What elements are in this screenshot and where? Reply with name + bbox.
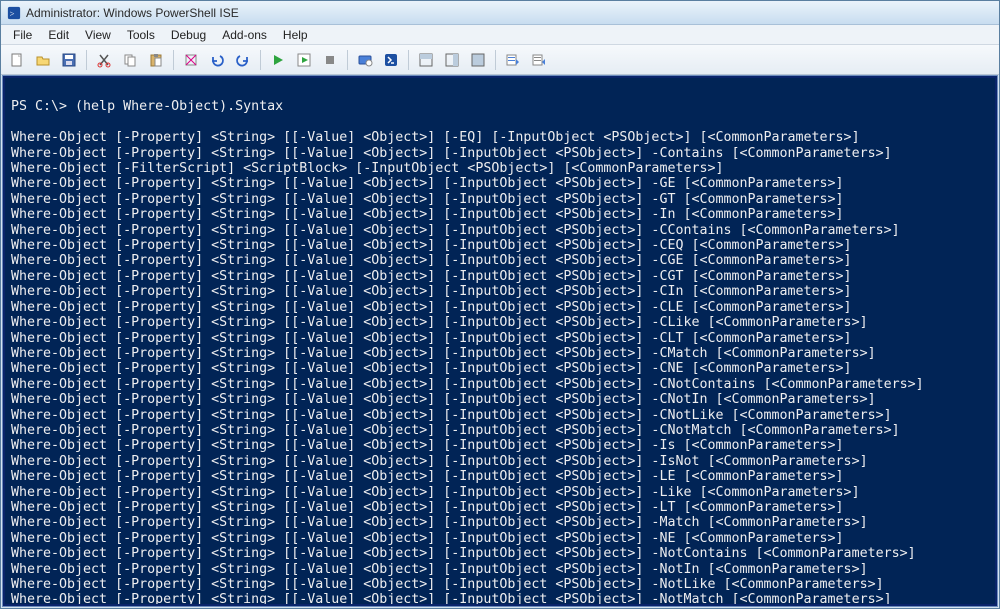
new-icon[interactable] bbox=[5, 48, 29, 72]
paste-icon[interactable] bbox=[144, 48, 168, 72]
clear-icon[interactable] bbox=[179, 48, 203, 72]
addon-icon[interactable] bbox=[527, 48, 551, 72]
cut-icon[interactable] bbox=[92, 48, 116, 72]
remote-icon[interactable] bbox=[353, 48, 377, 72]
menu-debug[interactable]: Debug bbox=[163, 26, 214, 44]
redo-icon[interactable] bbox=[231, 48, 255, 72]
run-selection-icon[interactable] bbox=[292, 48, 316, 72]
powershell-icon[interactable] bbox=[379, 48, 403, 72]
menu-tools[interactable]: Tools bbox=[119, 26, 163, 44]
toolbar-separator bbox=[260, 50, 261, 70]
script-right-icon[interactable] bbox=[440, 48, 464, 72]
open-icon[interactable] bbox=[31, 48, 55, 72]
toolbar-separator bbox=[408, 50, 409, 70]
console-output[interactable]: PS C:\> (help Where-Object).Syntax Where… bbox=[5, 78, 995, 604]
toolbar-separator bbox=[86, 50, 87, 70]
save-icon[interactable] bbox=[57, 48, 81, 72]
commands-icon[interactable] bbox=[501, 48, 525, 72]
run-icon[interactable] bbox=[266, 48, 290, 72]
menu-addons[interactable]: Add-ons bbox=[214, 26, 275, 44]
console-pane[interactable]: PS C:\> (help Where-Object).Syntax Where… bbox=[3, 76, 997, 606]
toolbar-separator bbox=[347, 50, 348, 70]
toolbar-separator bbox=[173, 50, 174, 70]
undo-icon[interactable] bbox=[205, 48, 229, 72]
toolbar bbox=[1, 45, 999, 75]
toolbar-separator bbox=[495, 50, 496, 70]
menu-edit[interactable]: Edit bbox=[40, 26, 77, 44]
copy-icon[interactable] bbox=[118, 48, 142, 72]
script-max-icon[interactable] bbox=[466, 48, 490, 72]
window-title: Administrator: Windows PowerShell ISE bbox=[26, 6, 239, 20]
titlebar[interactable]: > Administrator: Windows PowerShell ISE bbox=[1, 1, 999, 25]
script-top-icon[interactable] bbox=[414, 48, 438, 72]
menu-view[interactable]: View bbox=[77, 26, 119, 44]
ise-icon: > bbox=[7, 6, 21, 20]
menu-help[interactable]: Help bbox=[275, 26, 316, 44]
svg-text:>: > bbox=[10, 8, 15, 18]
menu-file[interactable]: File bbox=[5, 26, 40, 44]
stop-icon[interactable] bbox=[318, 48, 342, 72]
menubar: FileEditViewToolsDebugAdd-onsHelp bbox=[1, 25, 999, 45]
